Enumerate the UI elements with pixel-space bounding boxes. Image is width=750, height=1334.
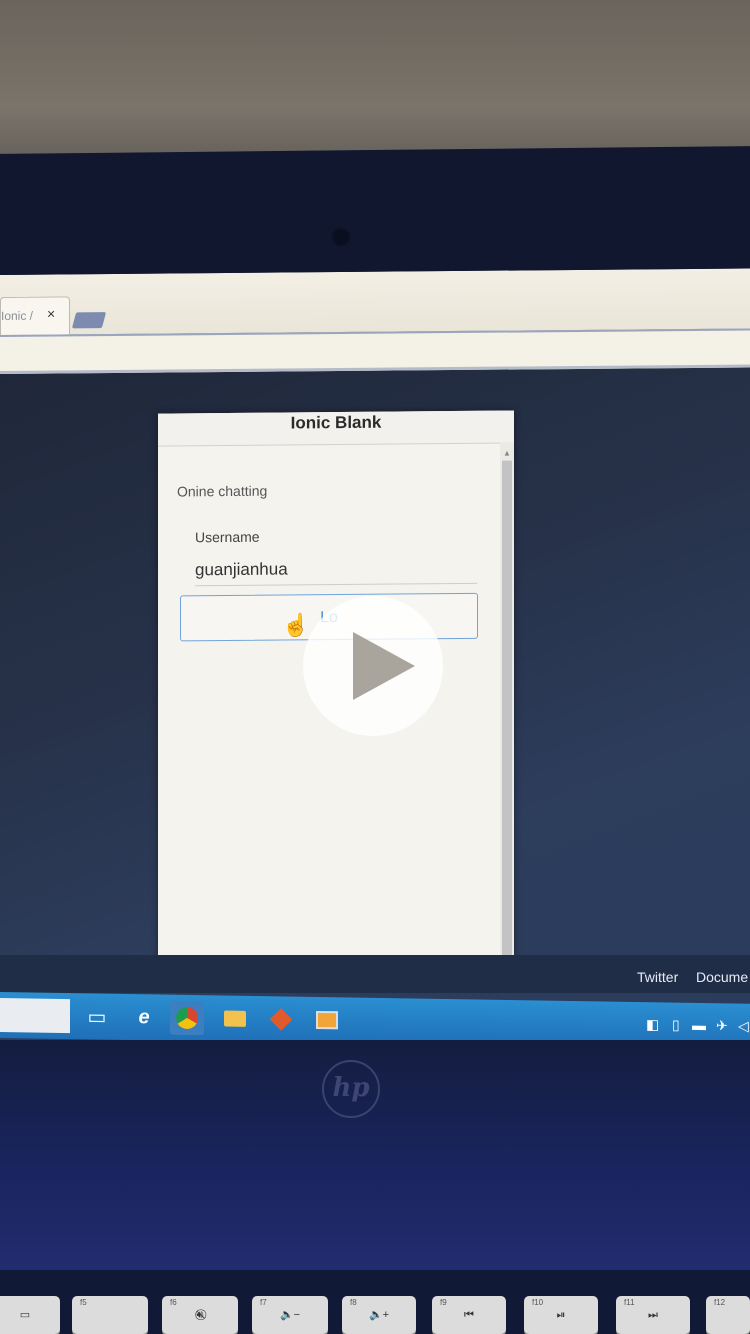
keyboard-key[interactable]: f12: [706, 1296, 750, 1334]
keyboard-key[interactable]: f7 🔈−: [252, 1296, 328, 1334]
video-play-button[interactable]: [303, 596, 443, 736]
volume-up-icon: 🔈+: [368, 1309, 390, 1321]
scroll-up-icon[interactable]: ▲: [503, 449, 511, 458]
internet-explorer-icon[interactable]: e: [127, 1000, 161, 1035]
keyboard-key[interactable]: f8 🔈+: [342, 1296, 416, 1334]
taskbar-left-panel: [0, 998, 70, 1034]
keyboard-key[interactable]: f11 ⏭: [616, 1296, 690, 1334]
username-label: Username: [195, 528, 260, 546]
key-fn-label: f5: [80, 1298, 87, 1307]
close-icon[interactable]: ×: [47, 306, 55, 322]
play-icon: [353, 632, 415, 700]
play-pause-icon: ⏯: [556, 1309, 566, 1321]
previous-track-icon: ⏮: [464, 1309, 474, 1321]
chrome-icon[interactable]: [170, 1000, 204, 1036]
key-fn-label: f6: [170, 1298, 177, 1307]
scrollbar[interactable]: ▲: [500, 442, 514, 971]
task-view-icon[interactable]: ▭: [80, 999, 114, 1034]
sublime-text-icon[interactable]: [310, 1003, 344, 1038]
shield-icon[interactable]: ◧: [646, 1016, 659, 1033]
key-fn-label: f11: [624, 1298, 635, 1307]
new-tab-button[interactable]: [71, 312, 107, 329]
keyboard-key[interactable]: f5: [72, 1296, 148, 1334]
volume-down-icon: 🔈−: [279, 1309, 301, 1321]
airplane-icon[interactable]: ✈: [716, 1017, 728, 1034]
key-fn-label: f9: [440, 1298, 447, 1307]
page-title: Ionic Blank: [158, 410, 514, 447]
username-input[interactable]: [195, 552, 477, 587]
bookmark-documents[interactable]: Docume: [696, 969, 748, 985]
keyboard-key[interactable]: f6 🔊⃠: [162, 1296, 238, 1334]
keyboard-key[interactable]: ▭: [0, 1296, 60, 1334]
file-explorer-icon[interactable]: [218, 1001, 252, 1036]
usb-icon[interactable]: ▯: [672, 1017, 680, 1034]
next-track-icon: ⏭: [648, 1309, 658, 1321]
app-subtitle: Onine chatting: [177, 482, 268, 500]
key-fn-label: f10: [532, 1298, 544, 1307]
keyboard-key[interactable]: f9 ⏮: [432, 1296, 506, 1334]
keyboard: ▭ f5 f6 🔊⃠ f7 🔈− f8 🔈+ f9 ⏮ f10 ⏯ f11 ⏭ f12: [0, 1270, 750, 1334]
volume-icon[interactable]: ◁: [738, 1018, 749, 1035]
scroll-thumb[interactable]: [502, 460, 512, 961]
git-icon[interactable]: [264, 1002, 298, 1037]
webcam: [334, 230, 348, 244]
key-fn-label: f8: [350, 1298, 357, 1307]
key-fn-label: f12: [714, 1298, 726, 1307]
key-fn-label: f7: [260, 1298, 267, 1307]
mute-icon: 🔊⃠: [196, 1309, 204, 1321]
battery-icon[interactable]: ▬: [692, 1017, 706, 1033]
bookmarks-bar: Twitter Docume: [0, 955, 750, 993]
browser-tab-strip: Ionic / ×: [0, 268, 750, 335]
browser-toolbar: [0, 328, 750, 374]
bookmark-twitter[interactable]: Twitter: [637, 969, 678, 985]
key-label: ▭: [19, 1309, 31, 1321]
browser-tab[interactable]: Ionic / ×: [0, 296, 70, 335]
tab-title: Ionic /: [1, 308, 34, 323]
keyboard-key[interactable]: f10 ⏯: [524, 1296, 598, 1334]
hand-cursor-icon: ☝: [282, 612, 310, 638]
hp-logo: hp: [322, 1060, 380, 1118]
